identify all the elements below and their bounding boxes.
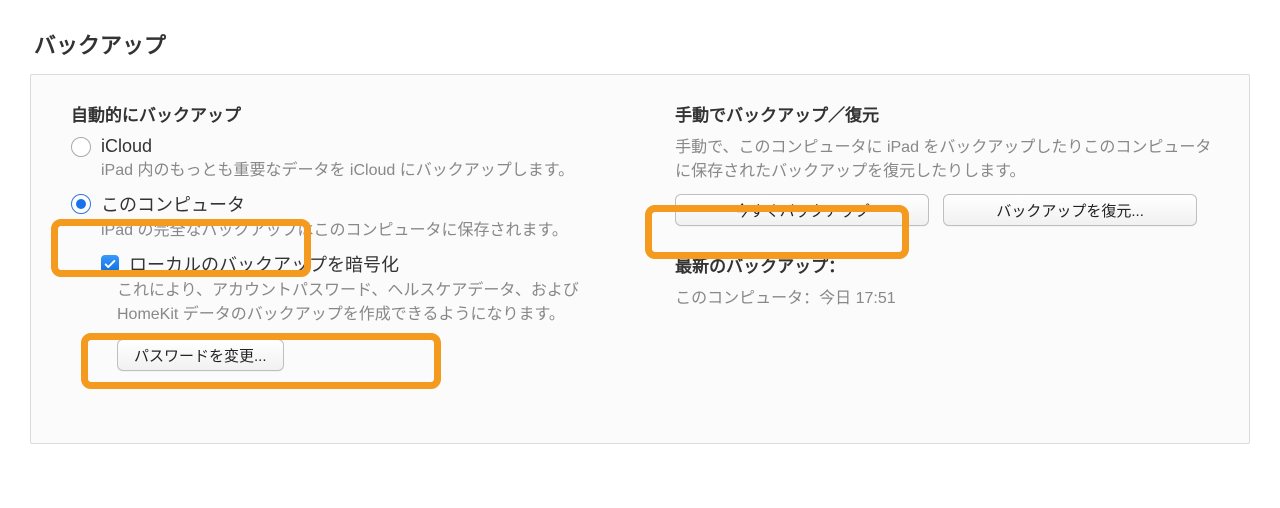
auto-backup-column: 自動的にバックアップ iCloud iPad 内のもっとも重要なデータを iCl… bbox=[71, 97, 639, 415]
change-password-button[interactable]: パスワードを変更... bbox=[117, 339, 284, 371]
backup-target-icloud-option[interactable]: iCloud bbox=[71, 136, 639, 157]
icloud-description: iPad 内のもっとも重要なデータを iCloud にバックアップします。 bbox=[101, 159, 639, 183]
this-computer-label: このコンピュータ bbox=[101, 191, 245, 217]
restore-backup-button[interactable]: バックアップを復元... bbox=[943, 194, 1197, 226]
encrypt-local-backup-option[interactable]: ローカルのバックアップを暗号化 bbox=[101, 251, 639, 277]
backup-panel: 自動的にバックアップ iCloud iPad 内のもっとも重要なデータを iCl… bbox=[30, 74, 1250, 444]
latest-backup-heading: 最新のバックアップ： bbox=[675, 252, 1221, 277]
manual-backup-column: 手動でバックアップ／復元 手動で、このコンピュータに iPad をバックアップし… bbox=[675, 97, 1221, 415]
backup-now-button[interactable]: 今すぐバックアップ bbox=[675, 194, 929, 226]
auto-backup-heading: 自動的にバックアップ bbox=[71, 101, 639, 126]
manual-backup-description: 手動で、このコンピュータに iPad をバックアップしたりこのコンピュータに保存… bbox=[675, 136, 1221, 184]
radio-icon bbox=[71, 137, 91, 157]
encrypt-description: これにより、アカウントパスワード、ヘルスケアデータ、および HomeKit デー… bbox=[117, 279, 639, 327]
backup-target-this-computer-option[interactable]: このコンピュータ bbox=[71, 191, 639, 217]
encrypt-label: ローカルのバックアップを暗号化 bbox=[129, 251, 399, 277]
checkbox-checked-icon bbox=[101, 255, 119, 273]
latest-backup-value: このコンピュータ：今日 17:51 bbox=[675, 287, 1221, 311]
radio-selected-icon bbox=[71, 194, 91, 214]
icloud-label: iCloud bbox=[101, 136, 152, 157]
section-title: バックアップ bbox=[34, 28, 1250, 60]
this-computer-description: iPad の完全なバックアップはこのコンピュータに保存されます。 bbox=[101, 219, 639, 243]
manual-backup-heading: 手動でバックアップ／復元 bbox=[675, 101, 1221, 126]
